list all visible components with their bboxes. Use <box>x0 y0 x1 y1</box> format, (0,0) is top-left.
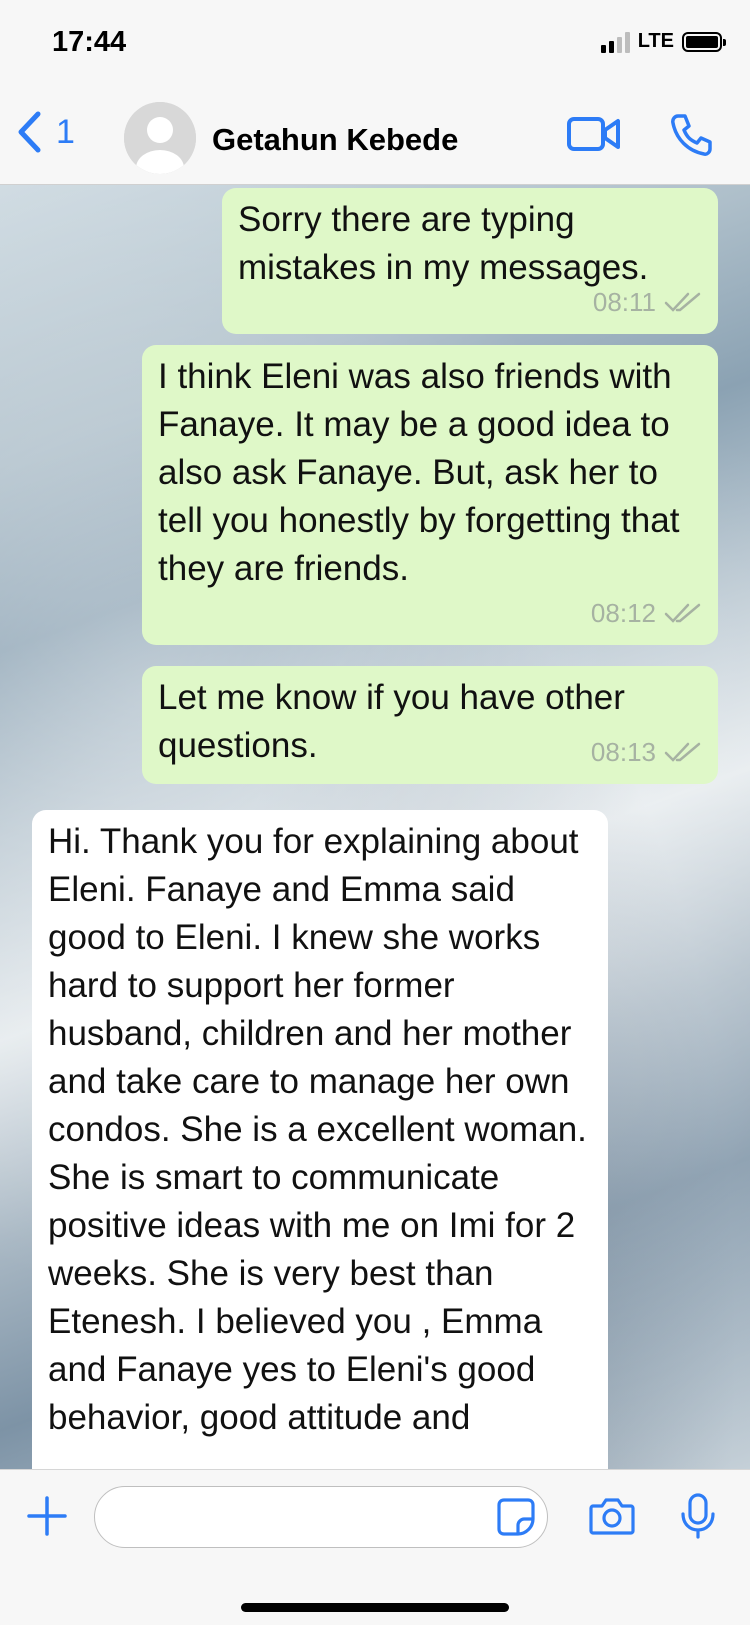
sticker-button[interactable] <box>496 1497 536 1542</box>
camera-button[interactable] <box>588 1496 636 1541</box>
plus-icon <box>27 1496 67 1536</box>
status-bar: 17:44 LTE <box>0 0 750 92</box>
message-outgoing[interactable]: I think Eleni was also friends with Fana… <box>142 345 718 645</box>
video-call-icon <box>567 117 620 151</box>
attach-button[interactable] <box>26 1495 68 1542</box>
home-indicator[interactable] <box>241 1603 509 1612</box>
message-incoming[interactable]: Hi. Thank you for explaining about Eleni… <box>32 810 608 1469</box>
message-text: Hi. Thank you for explaining about Eleni… <box>48 822 587 1437</box>
avatar-placeholder-icon <box>124 102 196 174</box>
camera-icon <box>589 1498 635 1535</box>
battery-icon <box>682 31 726 52</box>
message-time: 08:11 <box>592 287 656 317</box>
double-check-icon <box>664 603 701 623</box>
voice-message-button[interactable] <box>680 1492 716 1545</box>
message-composer <box>0 1469 750 1625</box>
sticker-icon <box>497 1498 535 1536</box>
message-time: 08:12 <box>590 598 656 628</box>
microphone-icon <box>681 1493 715 1539</box>
message-input[interactable] <box>94 1486 548 1548</box>
chat-messages[interactable]: Sorry there are typing mistakes in my me… <box>0 185 750 1469</box>
status-time: 17:44 <box>52 26 127 58</box>
avatar[interactable] <box>124 102 196 174</box>
status-indicators: LTE <box>600 30 726 53</box>
message-meta: 08:12 <box>591 589 702 637</box>
voice-call-button[interactable] <box>668 112 714 163</box>
phone-call-icon <box>671 114 712 156</box>
chevron-left-icon <box>18 111 41 153</box>
chat-header: 1 Getahun Kebede <box>0 92 750 185</box>
network-type: LTE <box>637 30 674 52</box>
unread-count: 1 <box>56 112 75 151</box>
double-check-icon <box>664 292 701 312</box>
double-check-icon <box>664 742 701 762</box>
back-button[interactable]: 1 <box>16 110 75 154</box>
message-text: I think Eleni was also friends with Fana… <box>158 357 680 588</box>
message-outgoing[interactable]: Let me know if you have other questions.… <box>142 666 718 784</box>
message-meta: 08:11 <box>593 278 702 326</box>
message-meta: 08:13 <box>591 728 702 776</box>
signal-strength-icon <box>600 31 630 53</box>
message-outgoing[interactable]: Sorry there are typing mistakes in my me… <box>222 188 718 334</box>
message-time: 08:13 <box>590 737 656 767</box>
video-call-button[interactable] <box>566 114 622 159</box>
contact-name[interactable]: Getahun Kebede <box>212 122 458 158</box>
